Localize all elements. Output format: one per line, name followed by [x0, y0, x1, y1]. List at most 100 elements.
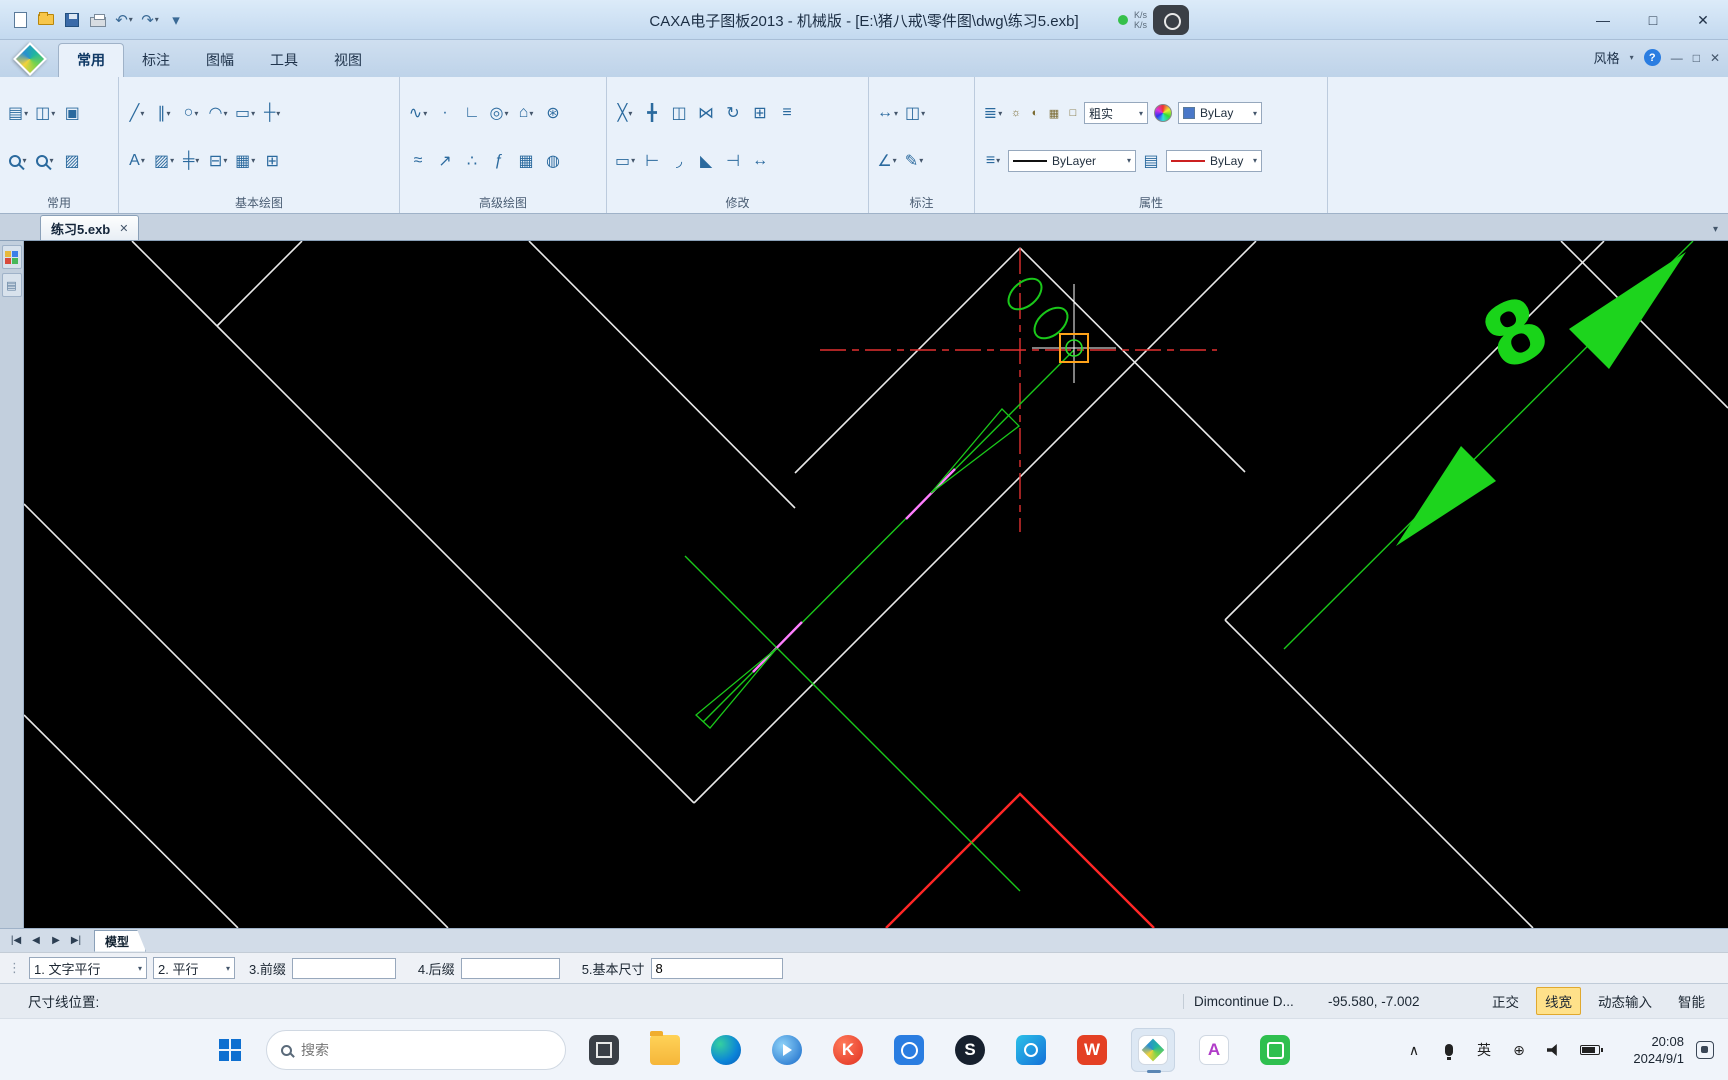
- gear-icon[interactable]: ⊛: [541, 99, 565, 127]
- customize-toolbar-button[interactable]: ▾: [164, 7, 188, 33]
- close-button[interactable]: ✕: [1678, 0, 1728, 40]
- edge-browser-icon[interactable]: [704, 1028, 748, 1072]
- dropdown-arrow-icon[interactable]: ▾: [529, 109, 533, 118]
- tab-tools[interactable]: 工具: [252, 44, 316, 77]
- notification-icon[interactable]: [1696, 1041, 1714, 1059]
- ole-object-icon[interactable]: ▣: [60, 99, 84, 127]
- drawing-canvas[interactable]: 8: [24, 241, 1728, 928]
- text-icon[interactable]: A ▾: [125, 147, 149, 175]
- red-chevron-line[interactable]: [885, 792, 1155, 928]
- formula-icon[interactable]: ƒ: [487, 147, 511, 175]
- tab-sheet[interactable]: 图幅: [188, 44, 252, 77]
- maximize-button[interactable]: □: [1628, 0, 1678, 40]
- open-file-button[interactable]: [34, 7, 58, 33]
- circle-icon[interactable]: ○ ▾: [179, 99, 203, 127]
- offset-icon[interactable]: ≡: [775, 99, 799, 127]
- fillet-icon[interactable]: ◞: [667, 147, 691, 175]
- dropdown-arrow-icon[interactable]: ▾: [140, 109, 144, 118]
- tray-expand-icon[interactable]: ∧: [1405, 1042, 1423, 1059]
- array-icon[interactable]: ⊞: [748, 99, 772, 127]
- table-icon[interactable]: ⊞: [260, 147, 284, 175]
- file-explorer-icon[interactable]: [643, 1028, 687, 1072]
- arc-icon[interactable]: ◠ ▾: [206, 99, 230, 127]
- close-doc-button[interactable]: ✕: [1710, 51, 1720, 65]
- taskbar-app-green[interactable]: [1253, 1028, 1297, 1072]
- caxa-app-icon[interactable]: [1131, 1028, 1175, 1073]
- dropdown-arrow-icon[interactable]: ▾: [996, 156, 1000, 165]
- dropdown-arrow-icon[interactable]: ▾: [251, 109, 255, 118]
- canvas-area[interactable]: 8: [24, 241, 1728, 928]
- app-logo-icon[interactable]: [8, 41, 52, 77]
- taskbar-search[interactable]: [266, 1030, 566, 1070]
- dropdown-arrow-icon[interactable]: ▾: [919, 156, 923, 165]
- tab-annotate[interactable]: 标注: [124, 44, 188, 77]
- rotate-icon[interactable]: ↻: [721, 99, 745, 127]
- chevron-down-icon[interactable]: ▾: [1630, 53, 1634, 62]
- point-icon[interactable]: ∙: [433, 99, 457, 127]
- text-parallel-select[interactable]: 1. 文字平行 ▾: [29, 957, 147, 979]
- suffix-input[interactable]: [460, 957, 560, 979]
- dropdown-arrow-icon[interactable]: ▾: [194, 109, 198, 118]
- ellipse-icon[interactable]: ◎ ▾: [487, 99, 511, 127]
- dropdown-arrow-icon[interactable]: ▾: [155, 15, 159, 24]
- taskbar-app-bluebox[interactable]: [887, 1028, 931, 1072]
- taskbar-app-blue[interactable]: [765, 1028, 809, 1072]
- dropdown-arrow-icon[interactable]: ▾: [1139, 109, 1143, 118]
- polygon-icon[interactable]: ⌂ ▾: [514, 99, 538, 127]
- arrow-icon[interactable]: ↗: [433, 147, 457, 175]
- hatch-icon[interactable]: ▨ ▾: [152, 147, 176, 175]
- layer-print-icon[interactable]: ◐: [1027, 104, 1043, 122]
- taskbar-app-s[interactable]: S: [948, 1028, 992, 1072]
- layer-combo[interactable]: 粗实 ▾: [1084, 102, 1148, 125]
- center-lines[interactable]: [820, 248, 1217, 532]
- palette-panel-tab[interactable]: [1, 245, 22, 269]
- white-geometry[interactable]: [24, 241, 1728, 928]
- dropdown-arrow-icon[interactable]: ▾: [22, 156, 26, 165]
- library-panel-tab[interactable]: ▤: [1, 273, 22, 297]
- model-sheet-tab[interactable]: 模型: [94, 930, 146, 952]
- chamfer-icon[interactable]: ◣: [694, 147, 718, 175]
- dropdown-arrow-icon[interactable]: ▾: [195, 156, 199, 165]
- dropdown-arrow-icon[interactable]: ▾: [894, 109, 898, 118]
- linetype-combo[interactable]: ByLayer ▾: [1008, 149, 1136, 172]
- last-sheet-button[interactable]: ▶|: [66, 931, 86, 951]
- undo-button[interactable]: ↶ ▾: [112, 7, 136, 33]
- redo-button[interactable]: ↷ ▾: [138, 7, 162, 33]
- mirror-icon[interactable]: ⋈: [694, 99, 718, 127]
- dropdown-arrow-icon[interactable]: ▾: [1127, 156, 1131, 165]
- dropdown-arrow-icon[interactable]: ▾: [631, 156, 635, 165]
- smart-snap-toggle[interactable]: 智能: [1669, 987, 1714, 1015]
- search-input[interactable]: [301, 1042, 531, 1058]
- spacing-icon[interactable]: ╪ ▾: [179, 147, 203, 175]
- taskbar-app-dark[interactable]: [582, 1028, 626, 1072]
- chevron-down-icon[interactable]: ▾: [138, 964, 142, 973]
- network-icon[interactable]: ⊕: [1510, 1042, 1528, 1059]
- angle-line-icon[interactable]: ∟: [460, 99, 484, 127]
- next-sheet-button[interactable]: ▶: [46, 931, 66, 951]
- move-icon[interactable]: ╋: [640, 99, 664, 127]
- coordinate-dim-icon[interactable]: ∠ ▾: [875, 147, 899, 175]
- lineweight-icon[interactable]: ▤: [1139, 147, 1163, 175]
- layer-settings-icon[interactable]: ≣ ▾: [981, 99, 1005, 127]
- tab-list-dropdown-icon[interactable]: ▾: [1713, 224, 1718, 235]
- print-button[interactable]: [86, 7, 110, 33]
- minimize-button[interactable]: —: [1578, 0, 1628, 40]
- break-icon[interactable]: ⊣: [721, 147, 745, 175]
- taskbar-app-a[interactable]: A: [1192, 1028, 1236, 1072]
- taskbar-app-k[interactable]: K: [826, 1028, 870, 1072]
- battery-icon[interactable]: [1580, 1045, 1603, 1055]
- dropdown-arrow-icon[interactable]: ▾: [1253, 109, 1257, 118]
- dropdown-arrow-icon[interactable]: ▾: [141, 156, 145, 165]
- tab-view[interactable]: 视图: [316, 44, 380, 77]
- taskbar-app-w[interactable]: W: [1070, 1028, 1114, 1072]
- erase-icon[interactable]: ╳ ▾: [613, 99, 637, 127]
- dimension-style-icon[interactable]: ◫ ▾: [903, 99, 927, 127]
- extend-icon[interactable]: ⊢: [640, 147, 664, 175]
- dropdown-arrow-icon[interactable]: ▾: [276, 109, 280, 118]
- trim-icon[interactable]: ▭ ▾: [613, 147, 637, 175]
- basic-size-input[interactable]: [650, 957, 783, 979]
- rectangle-icon[interactable]: ▭ ▾: [233, 99, 257, 127]
- dropdown-arrow-icon[interactable]: ▾: [170, 156, 174, 165]
- color-wheel-icon[interactable]: [1151, 99, 1175, 127]
- layer-frame-icon[interactable]: □: [1065, 104, 1081, 122]
